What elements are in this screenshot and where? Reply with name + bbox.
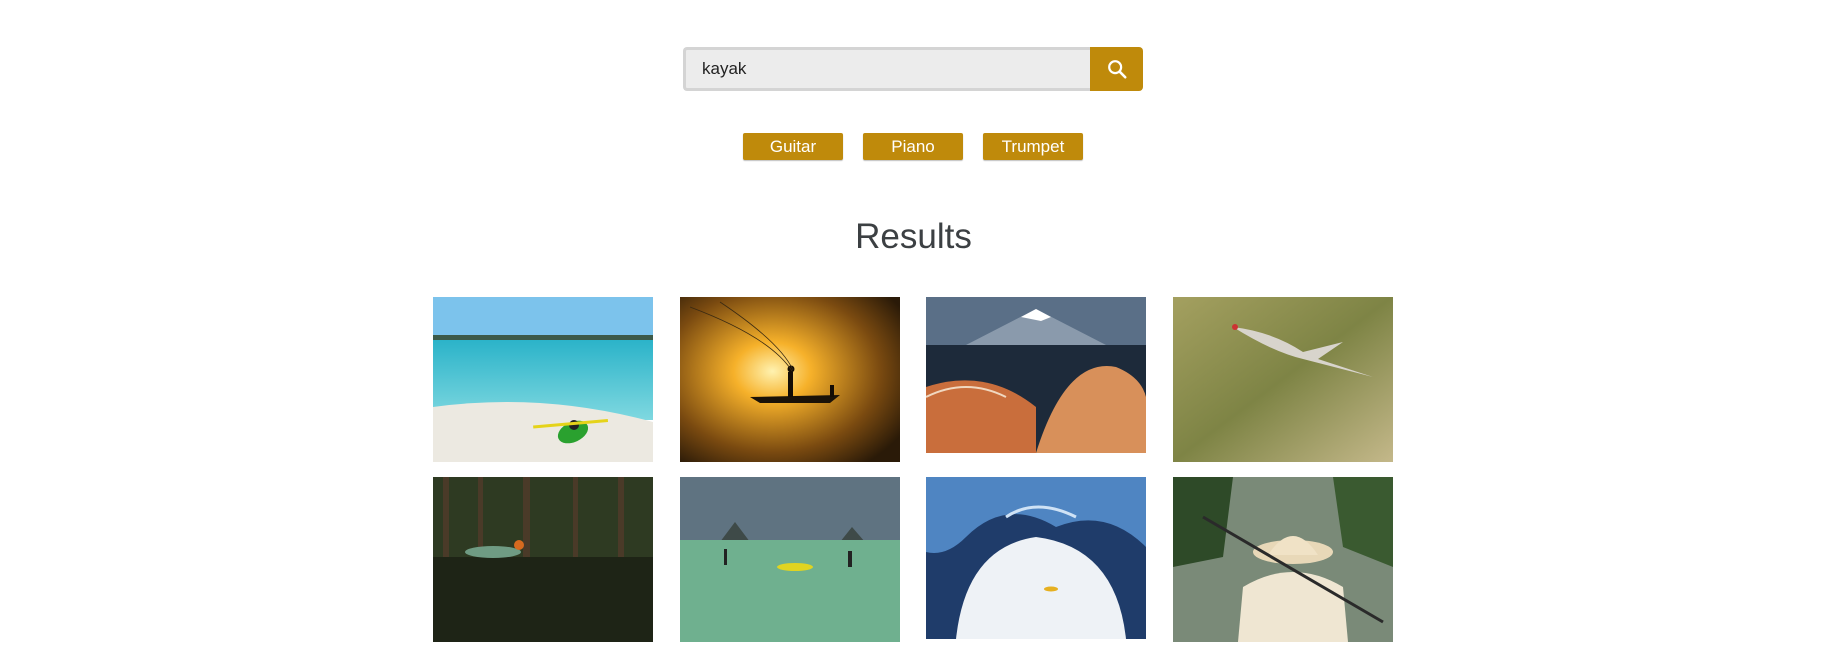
- green-sea-kayak-icon: [680, 477, 900, 642]
- mountain-boat-icon: [926, 297, 1146, 453]
- category-buttons: Guitar Piano Trumpet: [743, 133, 1083, 160]
- search-icon: [1107, 60, 1127, 79]
- kayak-beach-icon: [433, 297, 653, 462]
- result-image-7[interactable]: [926, 477, 1146, 639]
- results-heading: Results: [855, 217, 972, 256]
- result-image-5[interactable]: [433, 477, 653, 642]
- category-guitar-button[interactable]: Guitar: [743, 133, 843, 160]
- category-piano-button[interactable]: Piano: [863, 133, 963, 160]
- category-trumpet-button[interactable]: Trumpet: [983, 133, 1083, 160]
- result-image-3[interactable]: [926, 297, 1146, 453]
- result-image-4[interactable]: [1173, 297, 1393, 462]
- result-image-2[interactable]: [680, 297, 900, 462]
- fisherman-sunset-icon: [680, 297, 900, 462]
- crane-flight-icon: [1173, 297, 1393, 462]
- search-form: [683, 47, 1143, 91]
- result-image-8[interactable]: [1173, 477, 1393, 642]
- result-image-1[interactable]: [433, 297, 653, 462]
- search-input[interactable]: [683, 47, 1090, 91]
- mangrove-kayak-icon: [433, 477, 653, 642]
- ice-cave-kayak-icon: [926, 477, 1146, 639]
- result-image-6[interactable]: [680, 477, 900, 642]
- page: Guitar Piano Trumpet Results: [0, 0, 1827, 649]
- search-button[interactable]: [1090, 47, 1143, 91]
- river-paddler-icon: [1173, 477, 1393, 642]
